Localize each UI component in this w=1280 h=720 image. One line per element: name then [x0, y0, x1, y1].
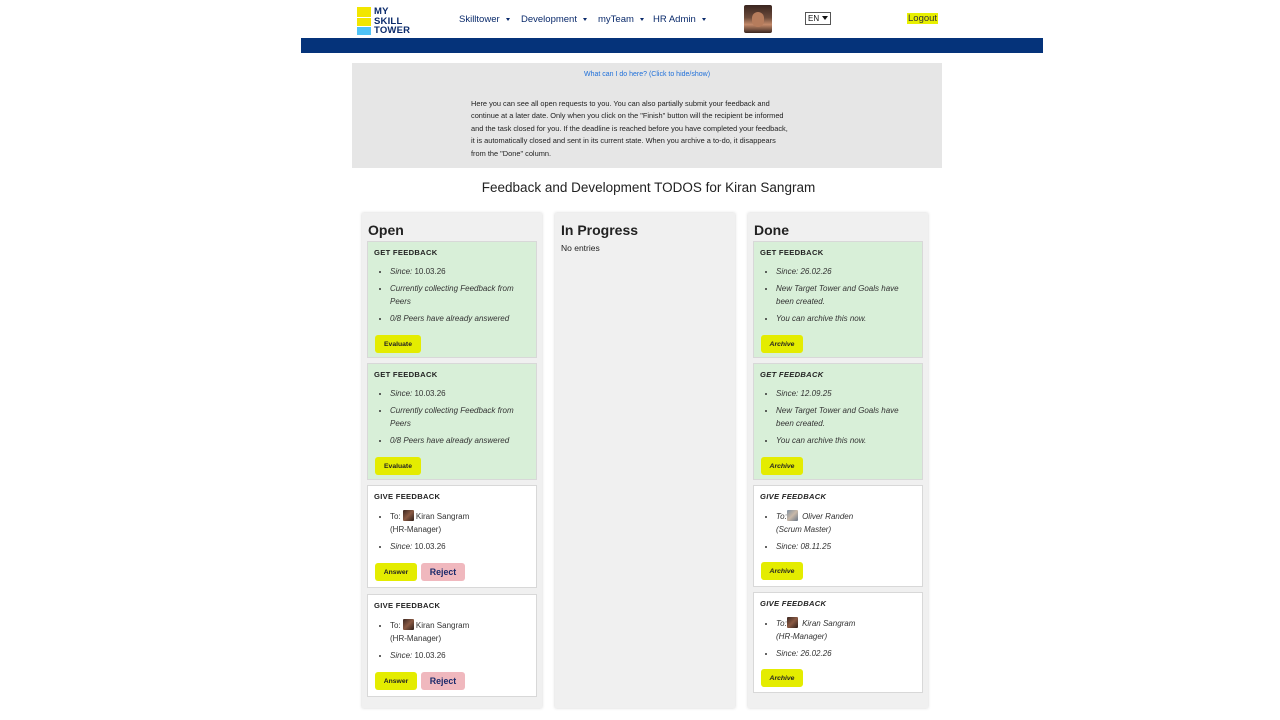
card-status: Currently collecting Feedback from Peers [390, 405, 532, 430]
help-toggle-link[interactable]: What can I do here? (Click to hide/show) [352, 71, 942, 78]
header-band [301, 38, 1043, 53]
card-since: Since: 12.09.25 [776, 388, 918, 401]
card-title: GET FEEDBACK [760, 370, 824, 379]
help-line: continue at a later date. Only when you … [471, 111, 784, 121]
nav-skilltower[interactable]: Skilltower [459, 14, 510, 25]
recipient-avatar [786, 510, 798, 521]
archive-button[interactable]: Archive [761, 669, 803, 687]
card-since: Since: 10.03.26 [390, 388, 532, 401]
reject-button[interactable]: Reject [421, 563, 465, 581]
help-line: Here you can see all open requests to yo… [471, 99, 770, 108]
help-line: and the task closed for you. If the dead… [471, 123, 788, 133]
help-panel: What can I do here? (Click to hide/show)… [352, 63, 942, 168]
card-since: Since: 10.03.26 [390, 650, 532, 663]
card-recipient: To: Kiran Sangram(HR-Manager) [776, 617, 918, 643]
card-recipient: To: Oliver Randen(Scrum Master) [776, 510, 918, 536]
nav-development-label: Development [521, 14, 577, 25]
todo-card-give-feedback: GIVE FEEDBACK To: Kiran Sangram(HR-Manag… [753, 592, 923, 693]
archive-button[interactable]: Archive [761, 457, 803, 475]
card-title: GIVE FEEDBACK [760, 599, 827, 608]
card-title: GIVE FEEDBACK [374, 492, 441, 501]
card-title: GET FEEDBACK [374, 248, 438, 257]
answer-button[interactable]: Answer [375, 563, 417, 581]
chevron-down-icon [701, 18, 706, 21]
nav-myteam-label: myTeam [598, 14, 634, 25]
column-title: Done [754, 222, 789, 238]
archive-button[interactable]: Archive [761, 335, 803, 353]
todo-card-get-feedback: GET FEEDBACK Since: 10.03.26 Currently c… [367, 241, 537, 358]
page-title: Feedback and Development TODOS for Kiran… [481, 180, 816, 195]
column-in-progress: In Progress No entries [555, 213, 735, 708]
card-progress: 0/8 Peers have already answered [390, 435, 532, 448]
card-title: GET FEEDBACK [374, 370, 438, 379]
card-title: GIVE FEEDBACK [374, 601, 441, 610]
chevron-down-icon [822, 16, 828, 20]
column-open: Open GET FEEDBACK Since: 10.03.26 Curren… [362, 213, 542, 708]
todo-card-give-feedback: GIVE FEEDBACK To: Kiran Sangram(HR-Manag… [367, 485, 537, 588]
todo-card-get-feedback: GET FEEDBACK Since: 10.03.26 Currently c… [367, 363, 537, 480]
reject-button[interactable]: Reject [421, 672, 465, 690]
evaluate-button[interactable]: Evaluate [375, 457, 421, 475]
card-since: Since: 10.03.26 [390, 541, 532, 554]
card-note: You can archive this now. [776, 313, 918, 326]
help-line: from the "Done" column. [471, 148, 552, 158]
top-navigation: MY SKILL TOWER Skilltower Development my… [301, 0, 1043, 38]
card-since: Since: 08.11.25 [776, 541, 918, 554]
card-recipient: To: Kiran Sangram(HR-Manager) [390, 510, 532, 536]
answer-button[interactable]: Answer [375, 672, 417, 690]
nav-hr-admin[interactable]: HR Admin [653, 14, 706, 25]
card-status: New Target Tower and Goals have been cre… [776, 283, 918, 308]
column-title: Open [368, 222, 404, 238]
user-avatar[interactable] [744, 5, 772, 33]
todo-card-give-feedback: GIVE FEEDBACK To: Kiran Sangram(HR-Manag… [367, 594, 537, 697]
chevron-down-icon [582, 18, 587, 21]
chevron-down-icon [505, 18, 510, 21]
todo-card-give-feedback: GIVE FEEDBACK To: Oliver Randen(Scrum Ma… [753, 485, 923, 587]
recipient-avatar [786, 617, 798, 628]
help-text: Here you can see all open requests to yo… [471, 98, 827, 160]
card-since: Since: 10.03.26 [390, 266, 532, 279]
card-note: You can archive this now. [776, 435, 918, 448]
todo-card-get-feedback: GET FEEDBACK Since: 12.09.25 New Target … [753, 363, 923, 480]
card-since: Since: 26.02.26 [776, 266, 918, 279]
empty-state: No entries [561, 243, 600, 253]
card-recipient: To: Kiran Sangram(HR-Manager) [390, 619, 532, 645]
evaluate-button[interactable]: Evaluate [375, 335, 421, 353]
todo-card-get-feedback: GET FEEDBACK Since: 26.02.26 New Target … [753, 241, 923, 358]
logout-button[interactable]: Logout [907, 13, 939, 24]
recipient-avatar [402, 510, 414, 521]
logo-line-3: TOWER [374, 25, 411, 36]
app-frame: MY SKILL TOWER Skilltower Development my… [301, 0, 1043, 720]
card-progress: 0/8 Peers have already answered [390, 313, 532, 326]
nav-hr-admin-label: HR Admin [653, 14, 696, 25]
nav-development[interactable]: Development [521, 14, 587, 25]
card-since: Since: 26.02.26 [776, 648, 918, 661]
language-value: EN [808, 14, 820, 23]
column-title: In Progress [561, 222, 639, 238]
card-status: New Target Tower and Goals have been cre… [776, 405, 918, 430]
card-status: Currently collecting Feedback from Peers [390, 283, 532, 308]
archive-button[interactable]: Archive [761, 562, 803, 580]
help-line: it is automatically closed and sent in i… [471, 136, 776, 146]
nav-myteam[interactable]: myTeam [598, 14, 644, 25]
myskilltower-logo[interactable]: MY SKILL TOWER [357, 7, 423, 37]
column-done: Done GET FEEDBACK Since: 26.02.26 New Ta… [748, 213, 928, 708]
recipient-avatar [402, 619, 414, 630]
card-title: GIVE FEEDBACK [760, 492, 827, 501]
nav-skilltower-label: Skilltower [459, 14, 500, 25]
language-select[interactable]: EN [805, 12, 831, 25]
card-title: GET FEEDBACK [760, 248, 824, 257]
chevron-down-icon [639, 18, 644, 21]
